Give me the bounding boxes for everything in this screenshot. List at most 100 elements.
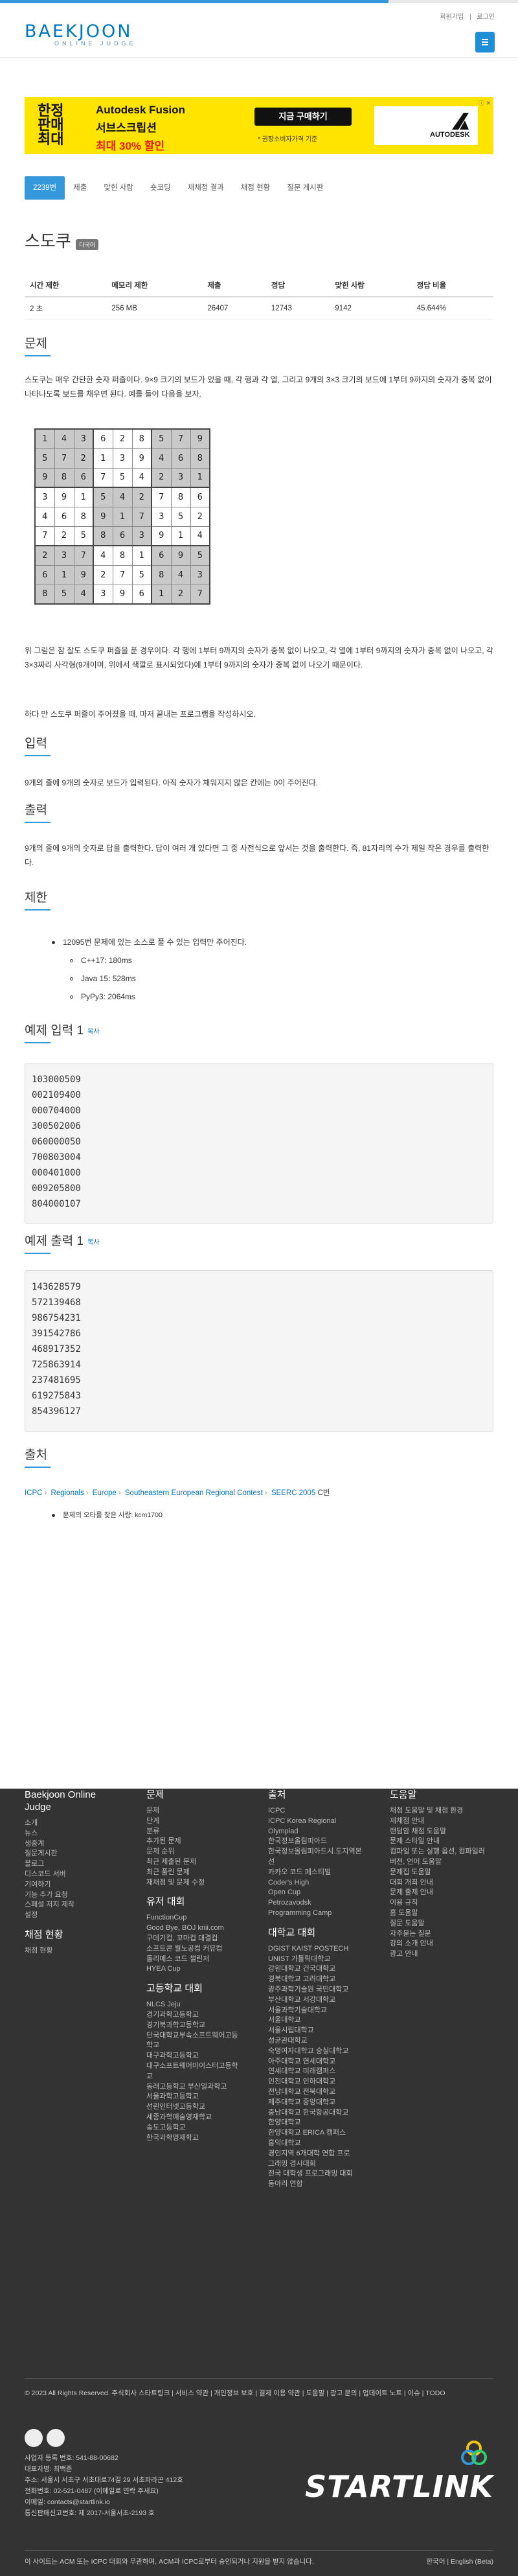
- menu-button[interactable]: [475, 32, 495, 52]
- footer-link[interactable]: 부산대학교 서강대학교: [268, 1995, 365, 2006]
- footer-link[interactable]: 뉴스: [25, 1829, 122, 1839]
- tab-status[interactable]: 채점 현황: [232, 176, 279, 200]
- footer-link[interactable]: 이용 규칙: [390, 1898, 493, 1909]
- footer-link[interactable]: 자주묻는 질문: [390, 1929, 493, 1940]
- footer-link[interactable]: 인천대학교 인하대학교: [268, 2077, 365, 2087]
- footer-link[interactable]: 서울대학교: [268, 2015, 365, 2026]
- signup-link[interactable]: 회원가입: [440, 14, 464, 21]
- footer-link[interactable]: 아주대학교 연세대학교: [268, 2057, 365, 2067]
- tab-rejudge[interactable]: 재채점 결과: [179, 176, 232, 200]
- tab-submit[interactable]: 제출: [65, 176, 95, 200]
- footer-link[interactable]: 강의 소개 안내: [390, 1939, 493, 1949]
- login-link[interactable]: 로그인: [477, 14, 495, 21]
- source-link-seerc-2005[interactable]: SEERC 2005: [271, 1489, 315, 1497]
- footer-link[interactable]: UNIST 가톨릭대학교: [268, 1955, 365, 1965]
- footer-link[interactable]: 한양대학교 ERICA 캠퍼스: [268, 2128, 365, 2139]
- footer-link[interactable]: 강원대학교 건국대학교: [268, 1964, 365, 1975]
- footer-link[interactable]: Olympiad: [268, 1827, 365, 1837]
- footer-link[interactable]: 구데기컵, 꼬마컵 대결컵: [146, 1934, 243, 1944]
- source-link-seerc[interactable]: Southeastern European Regional Contest: [125, 1489, 263, 1497]
- footer-link[interactable]: 선린인터넷고등학교: [146, 2102, 243, 2113]
- footer-link[interactable]: 컴파일 또는 실행 옵션, 컴파일러 버전, 언어 도움말: [390, 1847, 493, 1868]
- footer-link[interactable]: 최근 풀린 문제: [146, 1868, 243, 1878]
- footer-link[interactable]: 기능 추가 요청: [25, 1890, 122, 1901]
- facebook-icon[interactable]: [25, 2429, 43, 2447]
- footer-link[interactable]: 채점 현황: [25, 1946, 122, 1956]
- footer-link[interactable]: 돌리메스 코드 챌린저: [146, 1955, 243, 1965]
- footer-link[interactable]: 추가된 문제: [146, 1837, 243, 1847]
- footer-link[interactable]: 생중계: [25, 1839, 122, 1850]
- footer-link[interactable]: 한국과학영재학교: [146, 2133, 243, 2144]
- footer-link[interactable]: 한양대학교: [268, 2118, 365, 2128]
- footer-link[interactable]: 질문 도움말: [390, 1919, 493, 1929]
- footer-link[interactable]: 대구과학고등학교: [146, 2051, 243, 2061]
- source-link-icpc[interactable]: ICPC: [25, 1489, 42, 1497]
- tab-short-coding[interactable]: 숏코딩: [142, 176, 179, 200]
- footer-link[interactable]: 경북대학교 고려대학교: [268, 1975, 365, 1985]
- copy-sample-output-button[interactable]: 복사: [87, 1239, 99, 1246]
- footer-link[interactable]: 한국정보올림피아드시.도지역본선: [268, 1847, 365, 1868]
- footer-link[interactable]: Coder's High: [268, 1878, 365, 1888]
- language-switch[interactable]: 한국어 | English (Beta): [427, 2557, 494, 2567]
- ad-buy-button[interactable]: 지금 구매하기: [254, 108, 352, 126]
- source-link-europe[interactable]: Europe: [93, 1489, 117, 1497]
- footer-link[interactable]: 기여하기: [25, 1880, 122, 1890]
- footer-link[interactable]: Good Bye, BOJ kriii.com: [146, 1923, 243, 1934]
- copy-sample-input-button[interactable]: 복사: [87, 1028, 99, 1036]
- footer-link[interactable]: FunctionCup: [146, 1913, 243, 1923]
- ad-close-icon[interactable]: ⓘ ✕: [479, 99, 491, 107]
- footer-link[interactable]: ICPC Korea Regional: [268, 1816, 365, 1827]
- footer-link[interactable]: 서울시립대학교: [268, 2026, 365, 2036]
- footer-link[interactable]: 송도고등학교: [146, 2123, 243, 2133]
- footer-link[interactable]: 제주대학교 중앙대학교: [268, 2098, 365, 2108]
- footer-link[interactable]: 숙명여자대학교 숭실대학교: [268, 2047, 365, 2057]
- footer-link[interactable]: 채점 도움말 및 채점 환경: [390, 1806, 493, 1816]
- footer-link[interactable]: 경인지역 6개대학 연합 프로: [268, 2149, 365, 2159]
- footer-legal-links[interactable]: © 2023 All Rights Reserved. 주식회사 스타트링크 |…: [25, 2388, 493, 2398]
- footer-link[interactable]: 문제 스타일 안내: [390, 1837, 493, 1847]
- footer-link[interactable]: 전국 대학생 프로그래밍 대회: [268, 2169, 365, 2179]
- footer-link[interactable]: 충남대학교 한국항공대학교: [268, 2108, 365, 2118]
- tab-board[interactable]: 질문 게시판: [278, 176, 332, 200]
- footer-link[interactable]: 설정: [25, 1910, 122, 1921]
- footer-link[interactable]: 광주과학기술원 국민대학교: [268, 1985, 365, 1995]
- footer-link[interactable]: 그래밍 경시대회: [268, 2159, 365, 2170]
- footer-link[interactable]: 재채점 및 문제 수정: [146, 1878, 243, 1888]
- footer-link[interactable]: Programming Camp: [268, 1909, 365, 1919]
- footer-link[interactable]: NLCS Jeju: [146, 2000, 243, 2010]
- footer-link[interactable]: 문제집 도움말: [390, 1868, 493, 1878]
- language-badge[interactable]: 다국어: [76, 239, 99, 251]
- footer-link[interactable]: 동래고등학교 부산일과학고: [146, 2082, 243, 2093]
- footer-link[interactable]: 광고 안내: [390, 1949, 493, 1960]
- advertisement-banner[interactable]: 한정 판매 최대 Autodesk Fusion 서브스크립션 최대 30% 할…: [25, 97, 493, 154]
- footer-link[interactable]: 홈 도움말: [390, 1909, 493, 1919]
- footer-link[interactable]: 세종과학예술영재학교: [146, 2113, 243, 2123]
- footer-link[interactable]: 서울과학고등학교: [146, 2092, 243, 2102]
- footer-link[interactable]: 대구소프트웨어마이스터고등학교: [146, 2061, 243, 2082]
- footer-link[interactable]: 블로그: [25, 1859, 122, 1870]
- footer-link[interactable]: DGIST KAIST POSTECH: [268, 1944, 365, 1955]
- source-link-regionals[interactable]: Regionals: [51, 1489, 84, 1497]
- footer-link[interactable]: 질문게시판: [25, 1849, 122, 1859]
- footer-link[interactable]: 한국정보올림피아드: [268, 1837, 365, 1847]
- footer-link[interactable]: 경기북과학고등학교: [146, 2021, 243, 2031]
- footer-link[interactable]: 카카오 코드 페스티벌: [268, 1868, 365, 1878]
- footer-link[interactable]: 단국대학교부속소프트웨어고등학교: [146, 2031, 243, 2052]
- sample-input-box[interactable]: 103000509 002109400 000704000 300502006 …: [25, 1063, 493, 1224]
- wordpress-icon[interactable]: [47, 2429, 65, 2447]
- tab-problem[interactable]: 2239번: [25, 176, 65, 200]
- footer-link[interactable]: 경기과학고등학교: [146, 2010, 243, 2021]
- footer-link[interactable]: 소개: [25, 1818, 122, 1829]
- footer-link[interactable]: 성균관대학교: [268, 2036, 365, 2047]
- footer-link[interactable]: 홍익대학교: [268, 2139, 365, 2149]
- footer-link[interactable]: 랜덤암 채점 도움말: [390, 1827, 493, 1837]
- footer-link[interactable]: HYEA Cup: [146, 1964, 243, 1975]
- footer-link[interactable]: 재채점 안내: [390, 1816, 493, 1827]
- footer-link[interactable]: 연세대학교 미래캠퍼스: [268, 2067, 365, 2077]
- footer-link[interactable]: Petrozavodsk: [268, 1898, 365, 1909]
- footer-link[interactable]: 분류: [146, 1827, 243, 1837]
- footer-link[interactable]: 전남대학교 전북대학교: [268, 2087, 365, 2098]
- site-logo[interactable]: BAEKJOON ONLINE JUDGE: [25, 21, 137, 47]
- footer-link[interactable]: 디스코드 서버: [25, 1870, 122, 1880]
- footer-link[interactable]: 최근 제출된 문제: [146, 1857, 243, 1868]
